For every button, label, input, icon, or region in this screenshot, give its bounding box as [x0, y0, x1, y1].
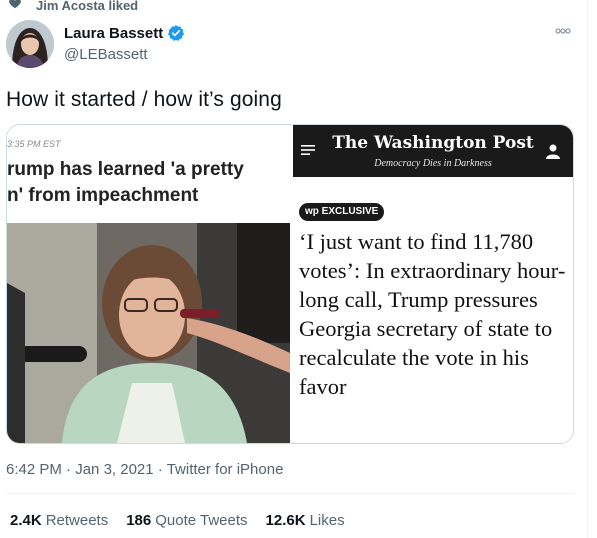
likes-stat[interactable]: 12.6K Likes	[266, 512, 345, 529]
retweets-count: 2.4K	[10, 512, 42, 529]
article-timestamp: 3:35 PM EST	[7, 139, 61, 149]
quote-tweets-count: 186	[126, 512, 152, 529]
likes-label: Likes	[309, 512, 345, 529]
quote-tweets-label: Quote Tweets	[155, 512, 248, 529]
article-headline-left: rump has learned 'a pretty n' from impea…	[7, 157, 244, 209]
tweet-date[interactable]: Jan 3, 2021	[75, 461, 153, 478]
more-icon[interactable]	[554, 24, 572, 38]
tweet-stats: 2.4K Retweets 186 Quote Tweets 12.6K Lik…	[10, 512, 363, 529]
tweet-source[interactable]: Twitter for iPhone	[167, 461, 284, 478]
likes-count: 12.6K	[265, 512, 306, 529]
headline-line-2: n' from impeachment	[7, 185, 199, 206]
verified-badge-icon	[167, 24, 185, 42]
wapo-header: The Washington Post Democracy Dies in Da…	[293, 125, 573, 177]
social-context-label: Jim Acosta liked	[36, 0, 139, 13]
exclusive-badge: wp EXCLUSIVE	[299, 203, 385, 221]
article-headline-right: ‘I just want to find 11,780 votes’: In e…	[299, 229, 566, 399]
meta-separator: ·	[153, 461, 167, 478]
author-name[interactable]: Laura Bassett	[64, 25, 163, 42]
meta-separator: ·	[61, 461, 76, 478]
timeline-border	[587, 0, 588, 538]
tweet-time[interactable]: 6:42 PM	[6, 461, 62, 478]
retweets-label: Retweets	[45, 512, 109, 529]
retweets-stat[interactable]: 2.4K Retweets	[10, 512, 108, 529]
wapo-masthead: The Washington Post	[332, 133, 534, 153]
wapo-tagline: Democracy Dies in Darkness	[374, 158, 492, 169]
divider	[6, 493, 574, 494]
avatar[interactable]	[6, 20, 54, 68]
headline-line-1: rump has learned 'a pretty	[7, 159, 244, 180]
media-image-left[interactable]: 3:35 PM EST rump has learned 'a pretty n…	[7, 125, 290, 443]
tweet-text: How it started / how it’s going	[6, 88, 282, 111]
user-icon	[546, 144, 560, 159]
photo-senator	[7, 223, 290, 443]
tweet-metadata: 6:42 PM · Jan 3, 2021 · Twitter for iPho…	[6, 461, 283, 478]
author-name-row[interactable]: Laura Bassett	[64, 24, 185, 42]
media-image-right[interactable]: The Washington Post Democracy Dies in Da…	[293, 125, 573, 443]
quote-tweets-stat[interactable]: 186 Quote Tweets	[126, 512, 247, 529]
social-context[interactable]: Jim Acosta liked	[8, 0, 138, 14]
heart-icon	[8, 0, 22, 15]
tweet-media[interactable]: 3:35 PM EST rump has learned 'a pretty n…	[6, 124, 574, 444]
author-handle[interactable]: @LEBassett	[64, 46, 148, 63]
